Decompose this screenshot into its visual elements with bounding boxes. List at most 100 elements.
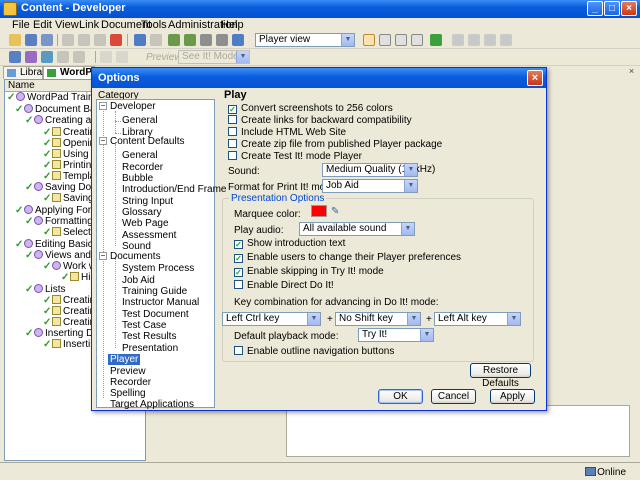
zip-file-checkbox[interactable]: Create zip file from published Player pa… xyxy=(228,139,442,151)
publish-icon[interactable] xyxy=(9,51,21,63)
category-job-aid[interactable]: Job Aid xyxy=(122,275,155,286)
category-bubble[interactable]: Bubble xyxy=(122,173,153,184)
checkbox-icon[interactable] xyxy=(228,127,237,136)
category-content-defaults[interactable]: Content Defaults xyxy=(110,136,185,147)
outline-icon[interactable] xyxy=(73,51,85,63)
checkbox-checked-icon[interactable]: ✓ xyxy=(234,240,243,249)
tree-item[interactable]: ✓ Lists xyxy=(25,284,66,295)
category-developer-general[interactable]: General xyxy=(122,115,158,126)
category-recorder[interactable]: Recorder xyxy=(110,377,151,388)
shift-key-combo[interactable]: No Shift key ▼ xyxy=(335,312,421,326)
outline-nav-checkbox[interactable]: Enable outline navigation buttons xyxy=(234,346,394,358)
checkbox-checked-icon[interactable]: ✓ xyxy=(234,268,243,277)
apply-button[interactable]: Apply xyxy=(490,389,535,404)
check-in-icon[interactable] xyxy=(452,34,464,46)
category-assessment[interactable]: Assessment xyxy=(122,230,176,241)
chevron-down-icon[interactable]: ▼ xyxy=(507,313,520,325)
chevron-down-icon[interactable]: ▼ xyxy=(404,180,417,192)
cancel-button[interactable]: Cancel xyxy=(431,389,476,404)
direct-do-it-checkbox[interactable]: Enable Direct Do It! xyxy=(234,280,334,292)
spelling-icon[interactable] xyxy=(216,34,228,46)
category-developer[interactable]: Developer xyxy=(110,101,156,112)
tree-item[interactable]: ✓ Work w xyxy=(43,261,96,272)
view-combo[interactable]: Player view ▼ xyxy=(255,33,355,47)
menu-tools[interactable]: Tools xyxy=(141,19,167,31)
cut-icon[interactable] xyxy=(62,34,74,46)
chevron-down-icon[interactable]: ▼ xyxy=(407,313,420,325)
skipping-try-it-checkbox[interactable]: ✓ Enable skipping in Try It! mode xyxy=(234,266,384,278)
ctrl-key-combo[interactable]: Left Ctrl key ▼ xyxy=(222,312,321,326)
copy-icon[interactable] xyxy=(78,34,90,46)
record-icon[interactable] xyxy=(25,51,37,63)
history-icon[interactable] xyxy=(484,34,496,46)
undo-icon[interactable] xyxy=(134,34,146,46)
category-web-page[interactable]: Web Page xyxy=(122,218,169,229)
append-frame-icon[interactable] xyxy=(184,34,196,46)
menu-help[interactable]: Help xyxy=(221,19,244,31)
restore-defaults-button[interactable]: Restore Defaults xyxy=(470,363,531,389)
category-string-input[interactable]: String Input xyxy=(122,196,173,207)
insert-frame-icon[interactable] xyxy=(168,34,180,46)
category-content-recorder[interactable]: Recorder xyxy=(122,162,163,173)
category-system-process[interactable]: System Process xyxy=(122,263,194,274)
tree-item[interactable]: ✓ Formatting xyxy=(25,216,93,227)
chevron-down-icon[interactable]: ▼ xyxy=(307,313,320,325)
layout-icon[interactable] xyxy=(363,34,375,46)
category-target-applications[interactable]: Target Applications xyxy=(110,399,194,410)
layout-columns-icon[interactable] xyxy=(395,34,407,46)
collapse-icon[interactable]: − xyxy=(99,137,107,145)
tree-item[interactable]: ✓ Insertin xyxy=(43,339,96,350)
category-presentation[interactable]: Presentation xyxy=(122,343,178,354)
checkbox-icon[interactable] xyxy=(234,280,243,289)
checkbox-icon[interactable] xyxy=(234,346,243,355)
play-audio-combo[interactable]: All available sound ▼ xyxy=(299,222,415,236)
chevron-down-icon[interactable]: ▼ xyxy=(420,329,433,341)
save-icon[interactable] xyxy=(25,34,37,46)
tab-library[interactable]: Library xyxy=(3,66,51,79)
ok-button[interactable]: OK xyxy=(378,389,423,404)
category-documents[interactable]: Documents xyxy=(110,251,161,262)
minimize-button[interactable]: _ xyxy=(587,1,603,16)
collapse-icon[interactable]: − xyxy=(99,252,107,260)
category-content-general[interactable]: General xyxy=(122,150,158,161)
chevron-down-icon[interactable]: ▼ xyxy=(236,51,249,63)
convert-256-checkbox[interactable]: ✓ Convert screenshots to 256 colors xyxy=(228,103,393,115)
player-preferences-checkbox[interactable]: ✓ Enable users to change their Player pre… xyxy=(234,252,461,264)
html-site-checkbox[interactable]: Include HTML Web Site xyxy=(228,127,346,139)
category-instructor-manual[interactable]: Instructor Manual xyxy=(122,297,199,308)
playback-mode-combo[interactable]: Try It! ▼ xyxy=(358,328,434,342)
layout-split-icon[interactable] xyxy=(379,34,391,46)
tree-item[interactable]: ✓ Printing xyxy=(43,160,97,171)
dialog-close-button[interactable]: × xyxy=(527,70,543,86)
preview-icon[interactable] xyxy=(41,51,53,63)
tree-item[interactable]: ✓ Views and T xyxy=(25,250,100,261)
alt-key-combo[interactable]: Left Alt key ▼ xyxy=(434,312,521,326)
tree-item[interactable]: ✓ Editing Basics xyxy=(15,239,98,250)
checkbox-checked-icon[interactable]: ✓ xyxy=(234,254,243,263)
chevron-down-icon[interactable]: ▼ xyxy=(401,223,414,235)
menu-view[interactable]: View xyxy=(55,19,79,31)
layout-rows-icon[interactable] xyxy=(411,34,423,46)
properties-icon[interactable] xyxy=(500,34,512,46)
tree-item[interactable]: ✓ Saving xyxy=(43,193,94,204)
print-mode-combo[interactable]: Job Aid ▼ xyxy=(322,179,418,193)
backward-links-checkbox[interactable]: Create links for backward compatibility xyxy=(228,115,412,127)
marquee-color-swatch[interactable] xyxy=(311,205,327,217)
tree-item[interactable]: ✓ Templat xyxy=(43,171,98,182)
paste-icon[interactable] xyxy=(94,34,106,46)
save-all-icon[interactable] xyxy=(41,34,53,46)
close-window-button[interactable]: × xyxy=(621,1,637,16)
checkbox-icon[interactable] xyxy=(228,139,237,148)
checkbox-checked-icon[interactable]: ✓ xyxy=(228,105,237,114)
category-player[interactable]: Player xyxy=(108,354,141,365)
menu-link[interactable]: Link xyxy=(79,19,99,31)
test-it-checkbox[interactable]: Create Test It! mode Player xyxy=(228,151,362,163)
category-test-document[interactable]: Test Document xyxy=(122,309,189,320)
arrow-up-icon[interactable] xyxy=(116,51,128,63)
preview-mode-combo[interactable]: See It! Mode ▼ xyxy=(178,50,250,64)
find-icon[interactable] xyxy=(200,34,212,46)
menu-edit[interactable]: Edit xyxy=(33,19,52,31)
check-out-icon[interactable] xyxy=(468,34,480,46)
open-icon[interactable] xyxy=(9,34,21,46)
checkbox-icon[interactable] xyxy=(228,151,237,160)
